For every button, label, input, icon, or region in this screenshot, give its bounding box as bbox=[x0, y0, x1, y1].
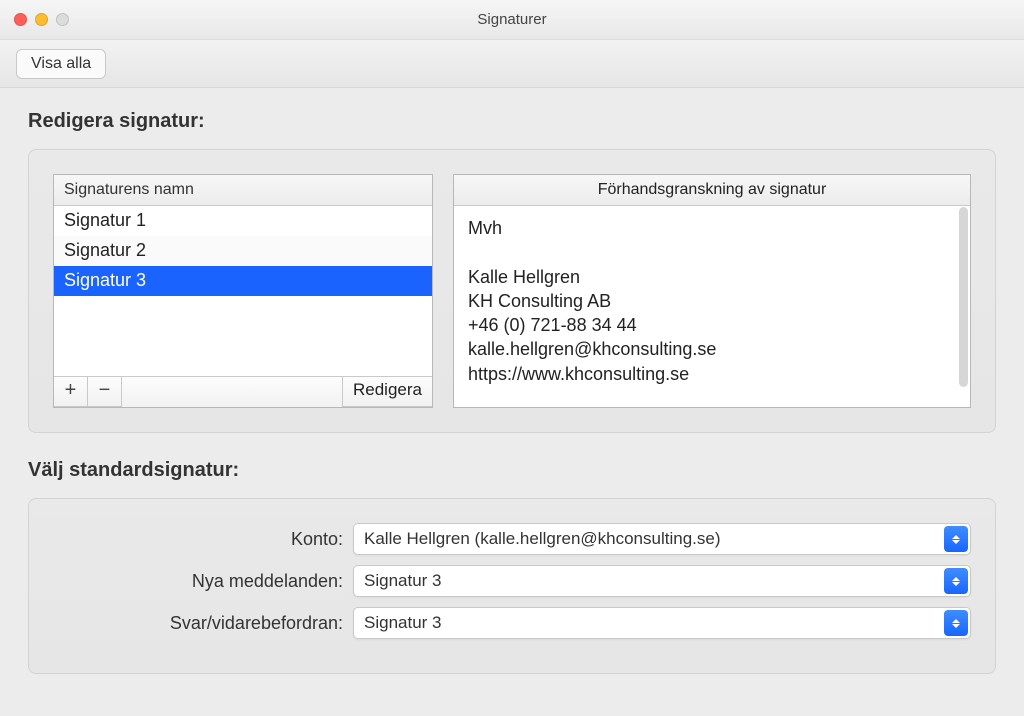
remove-signature-button[interactable]: − bbox=[88, 377, 122, 407]
field-label: Svar/vidarebefordran: bbox=[53, 613, 353, 634]
edit-signature-button[interactable]: Redigera bbox=[342, 377, 432, 407]
window-title: Signaturer bbox=[477, 11, 546, 28]
zoom-window-icon bbox=[56, 13, 69, 26]
chevron-updown-icon[interactable] bbox=[944, 526, 968, 552]
select-wrap: Signatur 3 bbox=[353, 607, 971, 639]
select[interactable]: Signatur 3 bbox=[353, 565, 971, 597]
signature-list-header: Signaturens namn bbox=[54, 175, 432, 206]
field-label: Konto: bbox=[53, 529, 353, 550]
chevron-updown-icon[interactable] bbox=[944, 610, 968, 636]
toolbar: Visa alla bbox=[0, 40, 1024, 88]
show-all-button[interactable]: Visa alla bbox=[16, 49, 106, 79]
window-controls bbox=[14, 13, 69, 26]
edit-signature-heading: Redigera signatur: bbox=[28, 110, 996, 133]
signature-preview-header: Förhandsgranskning av signatur bbox=[454, 175, 970, 206]
signature-list-footer: + − Redigera bbox=[54, 376, 432, 407]
field-row: Konto:Kalle Hellgren (kalle.hellgren@khc… bbox=[53, 523, 971, 555]
field-row: Nya meddelanden:Signatur 3 bbox=[53, 565, 971, 597]
edit-signature-panel: Signaturens namn Signatur 1Signatur 2Sig… bbox=[28, 149, 996, 433]
signature-list-item[interactable]: Signatur 1 bbox=[54, 206, 432, 236]
field-label: Nya meddelanden: bbox=[53, 571, 353, 592]
signature-list-item[interactable]: Signatur 2 bbox=[54, 236, 432, 266]
select[interactable]: Signatur 3 bbox=[353, 607, 971, 639]
select[interactable]: Kalle Hellgren (kalle.hellgren@khconsult… bbox=[353, 523, 971, 555]
scrollbar-track[interactable] bbox=[958, 207, 968, 405]
default-signature-heading: Välj standardsignatur: bbox=[28, 459, 996, 482]
signature-list: Signaturens namn Signatur 1Signatur 2Sig… bbox=[53, 174, 433, 408]
minimize-window-icon[interactable] bbox=[35, 13, 48, 26]
signature-list-item[interactable]: Signatur 3 bbox=[54, 266, 432, 296]
add-signature-button[interactable]: + bbox=[54, 377, 88, 407]
select-wrap: Signatur 3 bbox=[353, 565, 971, 597]
signature-preview: Förhandsgranskning av signatur Mvh Kalle… bbox=[453, 174, 971, 408]
footer-spacer bbox=[122, 377, 342, 407]
chevron-updown-icon[interactable] bbox=[944, 568, 968, 594]
default-signature-panel: Konto:Kalle Hellgren (kalle.hellgren@khc… bbox=[28, 498, 996, 674]
content: Redigera signatur: Signaturens namn Sign… bbox=[0, 88, 1024, 696]
scrollbar-thumb[interactable] bbox=[959, 207, 968, 387]
close-window-icon[interactable] bbox=[14, 13, 27, 26]
titlebar: Signaturer bbox=[0, 0, 1024, 40]
field-row: Svar/vidarebefordran:Signatur 3 bbox=[53, 607, 971, 639]
signature-list-body: Signatur 1Signatur 2Signatur 3 bbox=[54, 206, 432, 376]
select-wrap: Kalle Hellgren (kalle.hellgren@khconsult… bbox=[353, 523, 971, 555]
signature-preview-body: Mvh Kalle Hellgren KH Consulting AB +46 … bbox=[454, 206, 970, 407]
